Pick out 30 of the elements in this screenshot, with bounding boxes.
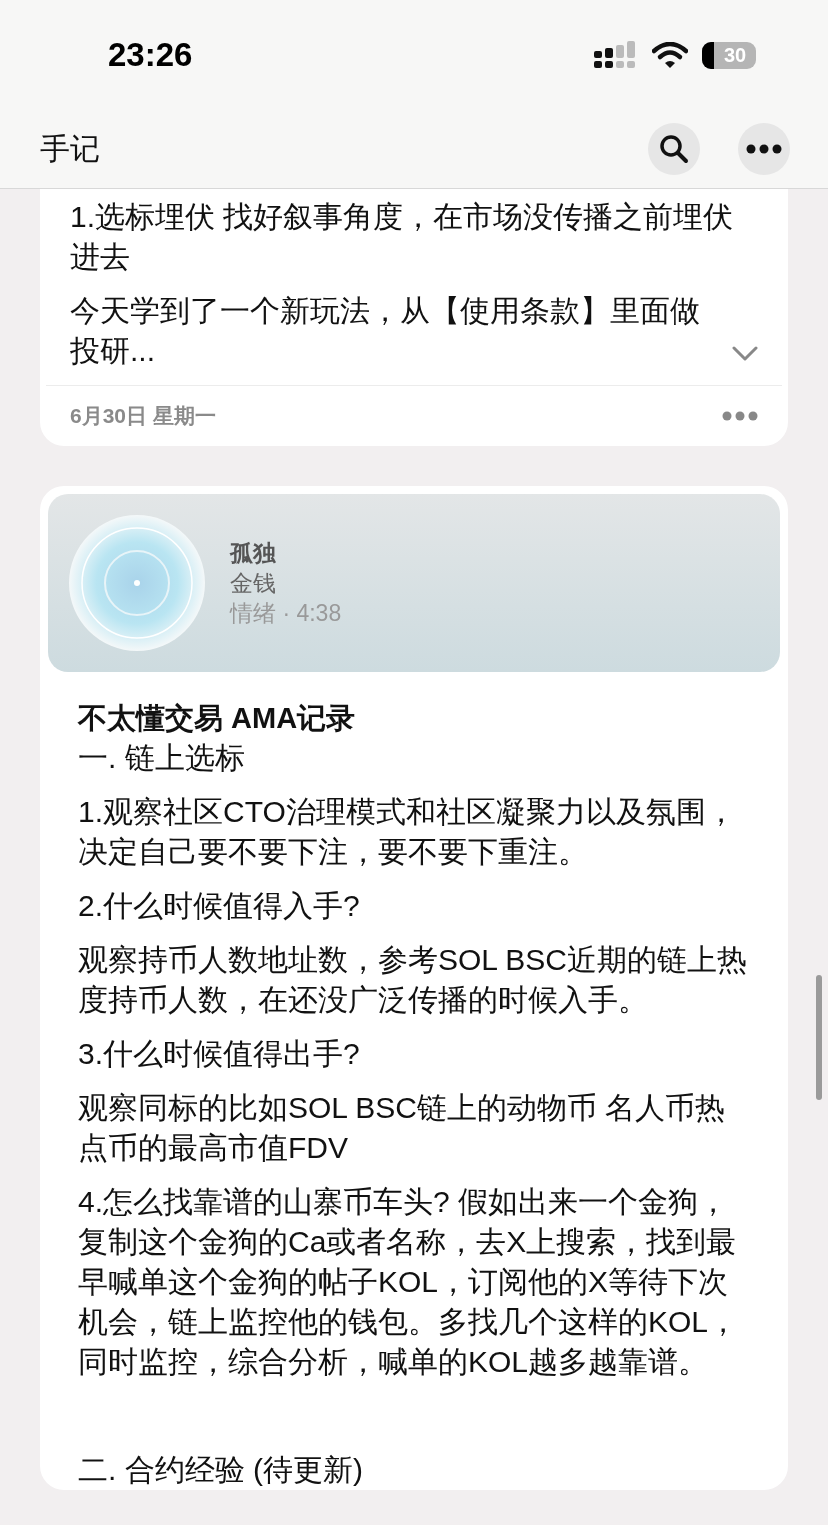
note-card[interactable] (40, 486, 788, 1490)
note-text: 观察持币人数地址数，参考SOL BSC近期的链上热度持币人数，在还没广泛传播的时候入手。 (78, 942, 748, 1018)
note-text: 一. 链上选标 (78, 740, 246, 776)
note-text: 3.什么时候值得出手? (78, 1036, 361, 1072)
note-date: 6月30日 星期一 (70, 403, 216, 429)
track-title: 孤独 (230, 539, 277, 568)
search-button[interactable] (648, 123, 700, 175)
music-card[interactable]: 孤独 金钱 情绪 · 4:38 (48, 494, 780, 672)
search-icon (659, 134, 689, 164)
battery-indicator: 30 (702, 41, 756, 69)
disc-icon (68, 514, 206, 652)
page-title: 手记 (40, 130, 101, 167)
track-meta: 情绪 · 4:38 (230, 599, 342, 628)
note-text: 4.怎么找靠谱的山寨币车头? 假如出来一个金狗，复制这个金狗的Ca或者名称，去X上搜索，找到最早喊单这个金狗的帖子KOL，订阅他的X等待下次机会，链上监控他的钱包。多找几个这样的KOL，同时监控，综合分析，喊单的KOL越多越靠谱。 (78, 1184, 740, 1380)
note-text: 1.观察社区CTO治理模式和社区凝聚力以及氛围，决定自己要不要下注，要不要下重注。 (78, 794, 737, 870)
note-card[interactable]: 1.选标埋伏 找好叙事角度，在市场没传播之前埋伏进去 今天学到了一个新玩法，从【使用条款】里面做投研... 6月30日 星期一 (40, 189, 788, 446)
signal-icon (594, 41, 638, 69)
note-text: 观察同标的比如SOL BSC链上的动物币 名人币热点币的最高市值FDV (78, 1090, 727, 1166)
note-text: 1.选标埋伏 找好叙事角度，在市场没传播之前埋伏进去 (70, 199, 735, 275)
more-button[interactable] (738, 123, 790, 175)
note-heading: 不太懂交易 AMA记录 (78, 701, 357, 736)
status-time: 23:26 (108, 36, 193, 74)
track-artist: 金钱 (230, 569, 277, 598)
section-heading: 二. 合约经验 (待更新) (78, 1452, 364, 1488)
more-icon[interactable] (722, 411, 758, 421)
chevron-down-icon[interactable] (732, 345, 758, 361)
more-icon (746, 144, 782, 154)
note-text: 2.什么时候值得入手? (78, 888, 361, 924)
wifi-icon (652, 42, 688, 68)
note-text: 今天学到了一个新玩法，从【使用条款】里面做投研... (70, 293, 701, 369)
